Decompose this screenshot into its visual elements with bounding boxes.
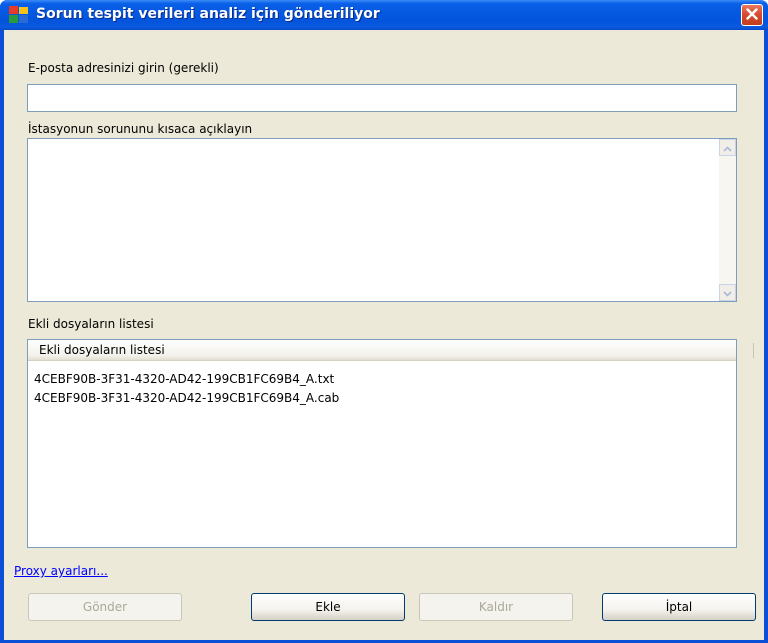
avg-logo-icon — [9, 6, 29, 24]
close-icon — [746, 7, 758, 23]
column-header-label: Ekli dosyaların listesi — [39, 343, 165, 357]
list-item[interactable]: 4CEBF90B-3F31-4320-AD42-199CB1FC69B4_A.c… — [34, 391, 339, 405]
chevron-down-icon — [723, 286, 732, 300]
email-label: E-posta adresinizi girin (gerekli) — [28, 61, 219, 75]
dialog-window: Sorun tespit verileri analiz için gönder… — [0, 0, 768, 643]
column-divider — [753, 343, 754, 358]
scroll-up-button[interactable] — [719, 139, 736, 156]
description-label: İstasyonun sorununu kısaca açıklayın — [28, 122, 253, 136]
proxy-settings-link[interactable]: Proxy ayarları... — [14, 564, 108, 578]
list-column-header[interactable]: Ekli dosyaların listesi — [28, 340, 754, 361]
email-field[interactable] — [27, 84, 737, 112]
send-button[interactable]: Gönder — [28, 593, 182, 621]
close-button[interactable] — [741, 4, 763, 26]
description-scrollbar[interactable] — [719, 139, 736, 301]
attachments-label: Ekli dosyaların listesi — [28, 317, 154, 331]
chevron-up-icon — [723, 141, 732, 155]
add-button[interactable]: Ekle — [251, 593, 405, 621]
dialog-body: E-posta adresinizi girin (gerekli) İstas… — [4, 30, 764, 640]
scroll-down-button[interactable] — [719, 284, 736, 301]
remove-button[interactable]: Kaldır — [419, 593, 573, 621]
title-bar[interactable]: Sorun tespit verileri analiz için gönder… — [0, 0, 768, 30]
description-textarea[interactable] — [27, 138, 737, 302]
window-title: Sorun tespit verileri analiz için gönder… — [36, 6, 380, 22]
cancel-button[interactable]: İptal — [602, 593, 756, 621]
attachments-list[interactable]: Ekli dosyaların listesi 4CEBF90B-3F31-43… — [27, 339, 754, 548]
list-item[interactable]: 4CEBF90B-3F31-4320-AD42-199CB1FC69B4_A.t… — [34, 372, 334, 386]
